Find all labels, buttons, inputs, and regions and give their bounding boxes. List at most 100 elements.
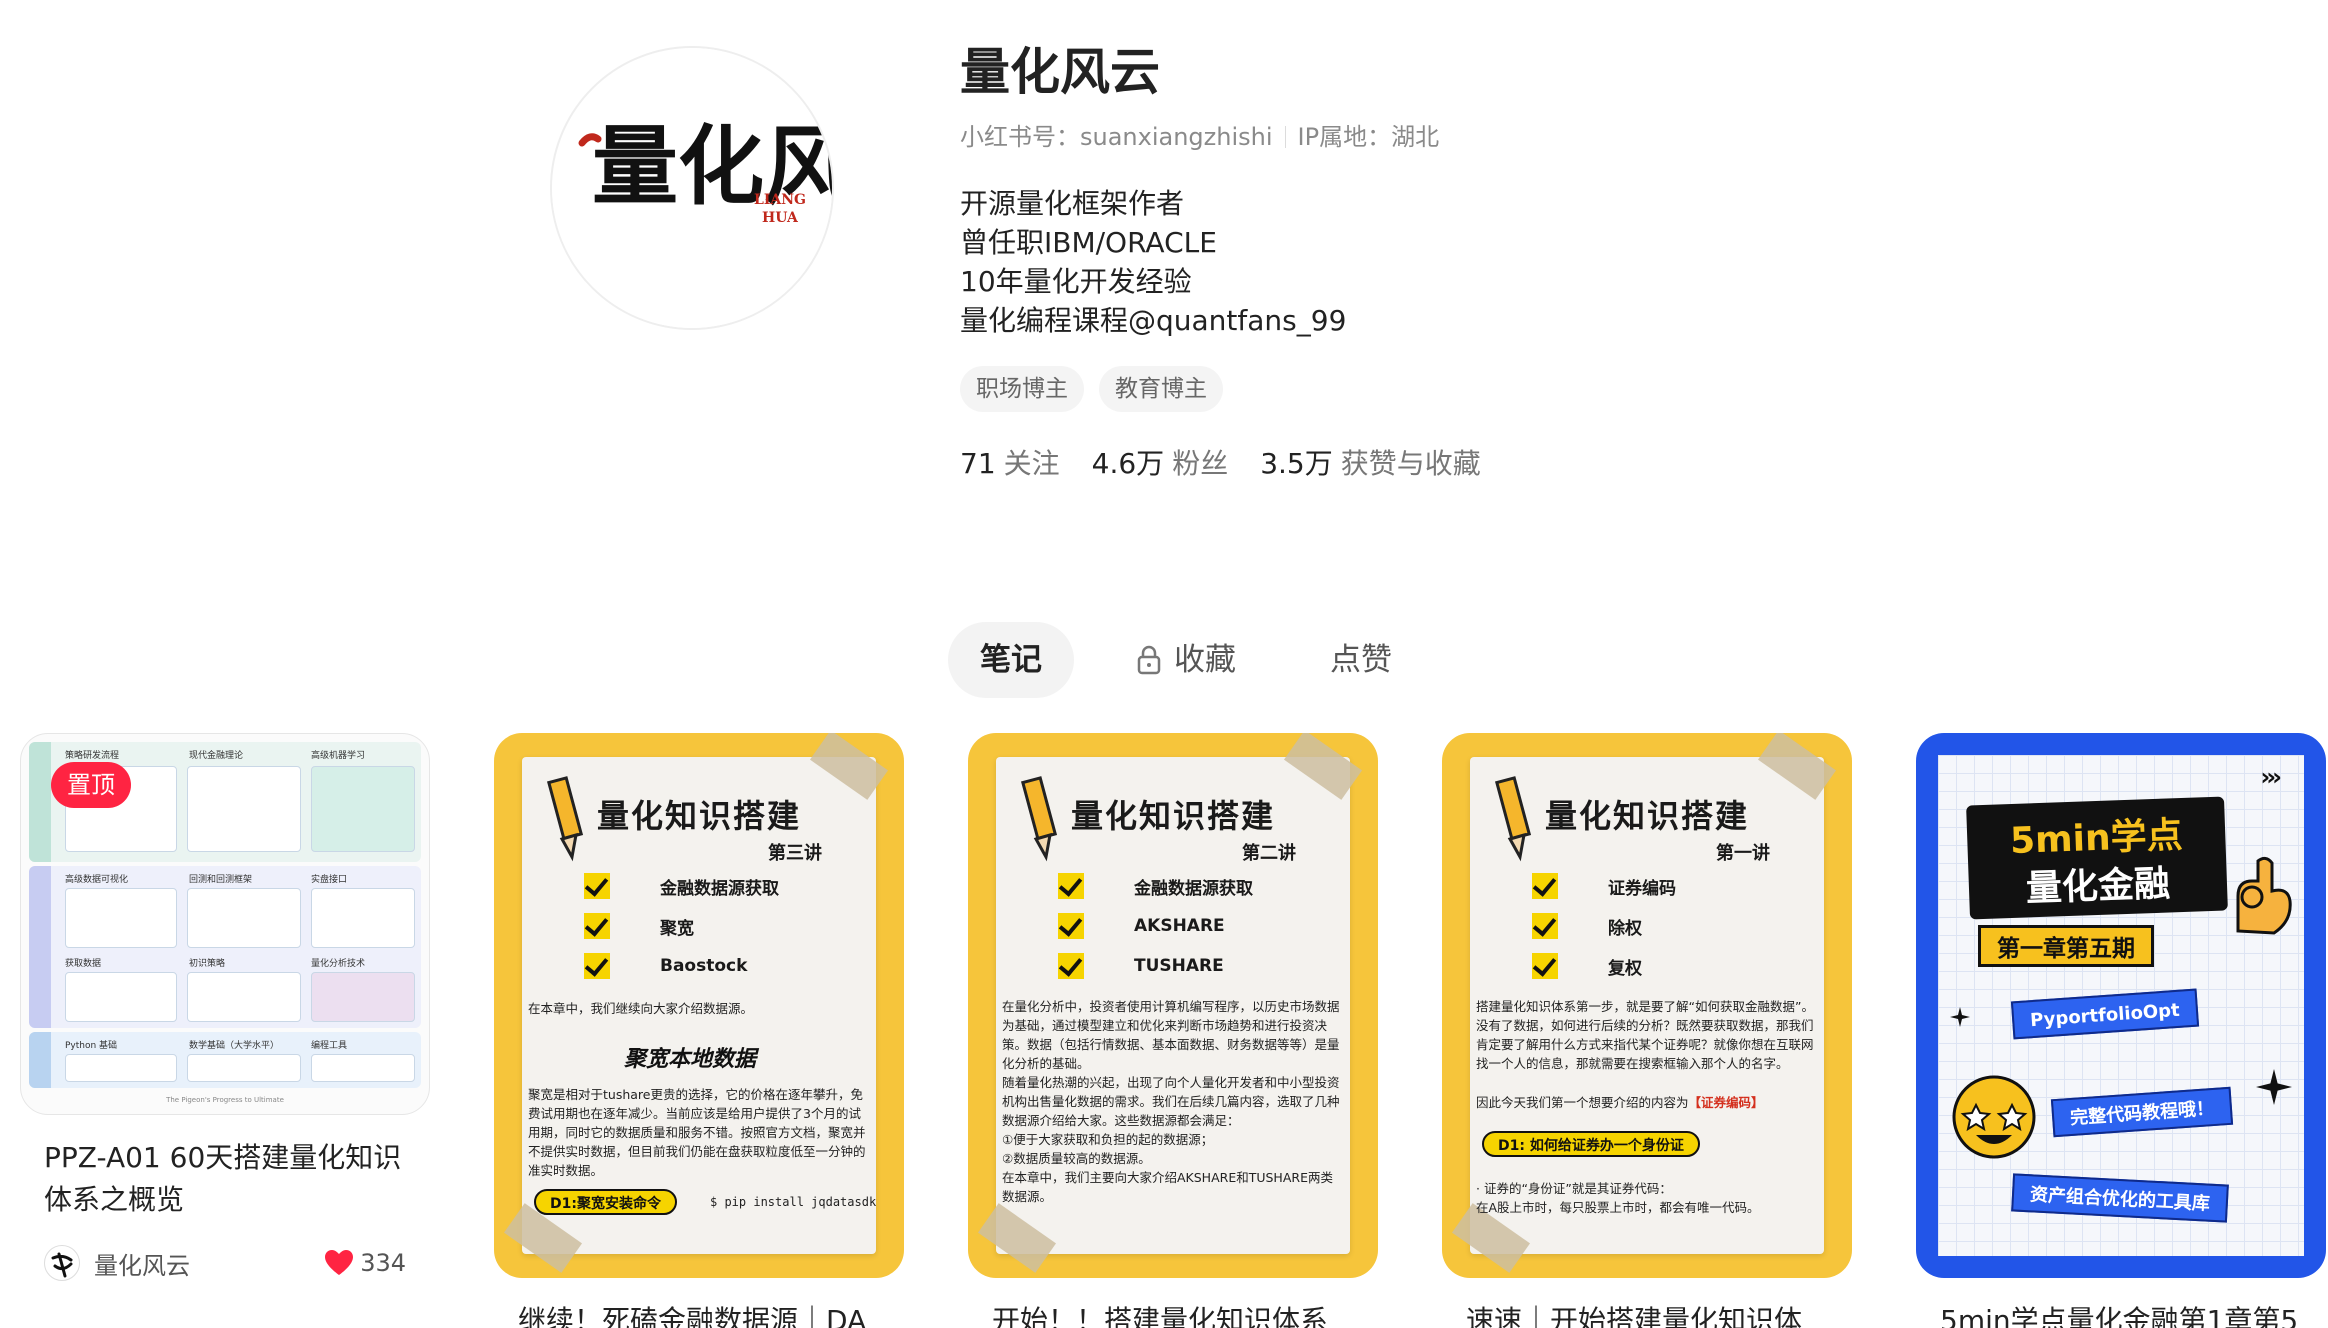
tab-collections[interactable]: 收藏	[1104, 622, 1268, 698]
mindmap-section: Python 基础 数学基础（大学水平） 编程工具	[29, 1032, 421, 1088]
profile-tabs: 笔记 收藏 点赞	[948, 620, 1424, 700]
ip-location: IP属地：湖北	[1297, 123, 1440, 151]
mindmap-box	[65, 972, 177, 1022]
stat-number: 71	[960, 447, 996, 480]
cover-title: 量化知识搭建	[596, 797, 801, 835]
note-card[interactable]: 策略研发流程 现代金融理论 高级机器学习 高级数据可视化 回测和回测框架 实盘接…	[20, 733, 430, 1283]
cover-checklist-item: AKSHARE	[1058, 913, 1318, 939]
cover-checklist-item: 复权	[1532, 953, 1792, 979]
cover-body-lead: 因此今天我们第一个想要介绍的内容为【证券编码】	[1476, 1093, 1818, 1112]
bio-line: 曾任职IBM/ORACLE	[960, 226, 1217, 259]
check-icon	[1532, 873, 1558, 899]
checklist-text: 聚宽	[660, 918, 694, 939]
check-icon	[584, 913, 610, 939]
note-title[interactable]: 5min学点量化金融第1章第5	[1916, 1300, 2326, 1328]
note-card[interactable]: 量化知识搭建 第二讲 金融数据源获取 AKSHARE TUSHARE 在量化分析…	[968, 733, 1378, 1328]
calligraphy-logo-icon	[51, 1252, 73, 1278]
meta-divider	[1284, 126, 1286, 148]
checklist-text: 金融数据源获取	[660, 878, 779, 899]
mindmap-box	[65, 888, 177, 948]
cover-chapter: 第一章第五期	[1978, 925, 2154, 967]
cover-headline-2: 量化金融	[2025, 863, 2171, 910]
check-icon	[1058, 873, 1084, 899]
check-icon	[584, 873, 610, 899]
mindmap-section: 高级数据可视化 回测和回测框架 实盘接口 获取数据 初识策略 量化分析技术	[29, 866, 421, 1028]
check-icon	[584, 953, 610, 979]
note-cover[interactable]: 量化知识搭建 第二讲 金融数据源获取 AKSHARE TUSHARE 在量化分析…	[968, 733, 1378, 1278]
author-avatar[interactable]	[44, 1245, 80, 1281]
mindmap-heading: 初识策略	[189, 959, 226, 969]
mindmap-heading: Python 基础	[65, 1041, 118, 1051]
profile-bio: 开源量化框架作者 曾任职IBM/ORACLE 10年量化开发经验 量化编程课程@…	[960, 184, 1860, 340]
stat-likes-collects[interactable]: 3.5万 获赞与收藏	[1260, 442, 1481, 482]
mindmap-heading: 策略研发流程	[65, 751, 120, 761]
note-card[interactable]: 量化知识搭建 第一讲 证券编码 除权 复权 搭建量化知识体系第一步，就是要了解“…	[1442, 733, 1852, 1328]
cover-body: 搭建量化知识体系第一步，就是要了解“如何获取金融数据”。没有了数据，如何进行后续…	[1476, 999, 1814, 1071]
checklist-text: TUSHARE	[1134, 956, 1224, 976]
profile-avatar[interactable]: 量化风云 LIANG HUA	[550, 46, 834, 330]
cover-title: 量化知识搭建	[1070, 797, 1275, 835]
cover-checklist-item: 金融数据源获取	[584, 873, 844, 899]
mindmap-heading: 获取数据	[65, 959, 102, 969]
checklist-text: 复权	[1608, 958, 1642, 979]
note-cover[interactable]: 策略研发流程 现代金融理论 高级机器学习 高级数据可视化 回测和回测框架 实盘接…	[20, 733, 430, 1115]
mindmap-heading: 数学基础（大学水平）	[189, 1041, 280, 1051]
note-title[interactable]: PPZ-A01 60天搭建量化知识体系之概览	[20, 1137, 430, 1221]
sparkle-icon	[1950, 1007, 1970, 1027]
tab-likes[interactable]: 点赞	[1298, 622, 1424, 698]
mindmap-box	[65, 1054, 177, 1082]
tab-label: 收藏	[1174, 642, 1236, 678]
mindmap-heading: 实盘接口	[311, 875, 348, 885]
mindmap-heading: 量化分析技术	[311, 959, 366, 969]
note-card[interactable]: 量化知识搭建 第三讲 金融数据源获取 聚宽 Baostock 在本章中，我们继续…	[494, 733, 904, 1328]
pinned-badge: 置顶	[51, 762, 131, 808]
profile-tag[interactable]: 教育博主	[1099, 366, 1223, 412]
cover-checklist-item: 除权	[1532, 913, 1792, 939]
stat-number: 3.5万	[1260, 447, 1333, 480]
heart-icon[interactable]	[324, 1249, 354, 1277]
checklist-text: AKSHARE	[1134, 916, 1225, 936]
cover-headline-block: 5min学点 量化金融	[1966, 796, 2228, 920]
mindmap-heading: 编程工具	[311, 1041, 348, 1051]
avatar-latin-1: LIANG	[754, 192, 806, 208]
cover-body-lead-text: 因此今天我们第一个想要介绍的内容为	[1476, 1095, 1689, 1110]
mindmap-box	[187, 972, 301, 1022]
tab-notes[interactable]: 笔记	[948, 622, 1074, 698]
arrows-decoration: ›››	[2260, 763, 2282, 791]
note-title[interactable]: 开始！！搭建量化知识体系	[968, 1300, 1378, 1328]
note-title[interactable]: 继续！死磕金融数据源｜DA	[494, 1300, 904, 1328]
checklist-text: 证券编码	[1608, 878, 1676, 899]
stat-followers[interactable]: 4.6万 粉丝	[1092, 442, 1229, 482]
cover-checklist-item: 证券编码	[1532, 873, 1792, 899]
note-cover[interactable]: 量化知识搭建 第一讲 证券编码 除权 复权 搭建量化知识体系第一步，就是要了解“…	[1442, 733, 1852, 1278]
profile-stats: 71 关注 4.6万 粉丝 3.5万 获赞与收藏	[960, 442, 1860, 482]
profile-tag[interactable]: 职场博主	[960, 366, 1084, 412]
bio-line: 10年量化开发经验	[960, 265, 1192, 298]
stat-following[interactable]: 71 关注	[960, 442, 1060, 482]
cover-checklist-item: TUSHARE	[1058, 953, 1318, 979]
mindmap-box	[311, 888, 415, 948]
cover-lecture: 第二讲	[1242, 843, 1296, 864]
cover-lecture: 第一讲	[1716, 843, 1770, 864]
cover-highlight: 【证券编码】	[1688, 1095, 1764, 1110]
cover-pill: D1: 如何给证券办一个身份证	[1482, 1131, 1700, 1157]
lock-icon	[1137, 645, 1161, 675]
note-title[interactable]: 速速｜开始搭建量化知识体	[1442, 1300, 1852, 1328]
checklist-text: Baostock	[660, 956, 748, 976]
star-eyes-emoji-icon	[1952, 1075, 2036, 1159]
mindmap-box	[311, 766, 415, 852]
profile-info: 量化风云 小红书号：suanxiangzhishi IP属地：湖北 开源量化框架作…	[960, 40, 1860, 482]
like-count: 334	[360, 1249, 406, 1277]
author-name[interactable]: 量化风云	[94, 1246, 324, 1281]
profile-tags: 职场博主 教育博主	[960, 366, 1860, 412]
check-icon	[1058, 953, 1084, 979]
note-footer: 量化风云 334	[20, 1243, 430, 1283]
note-cover[interactable]: 量化知识搭建 第三讲 金融数据源获取 聚宽 Baostock 在本章中，我们继续…	[494, 733, 904, 1278]
note-cover[interactable]: ››› 5min学点 量化金融 第一章第五期 PyportfolioOpt 完整…	[1916, 733, 2326, 1278]
mindmap-heading: 高级数据可视化	[65, 875, 129, 885]
cover-body: 聚宽是相对于tushare更贵的选择，它的价格在逐年攀升，免费试用期也在逐年减少…	[528, 1087, 866, 1178]
check-icon	[1058, 913, 1084, 939]
ok-hand-icon	[2236, 856, 2292, 935]
note-card[interactable]: ››› 5min学点 量化金融 第一章第五期 PyportfolioOpt 完整…	[1916, 733, 2326, 1328]
profile-meta: 小红书号：suanxiangzhishi IP属地：湖北	[960, 120, 1860, 154]
